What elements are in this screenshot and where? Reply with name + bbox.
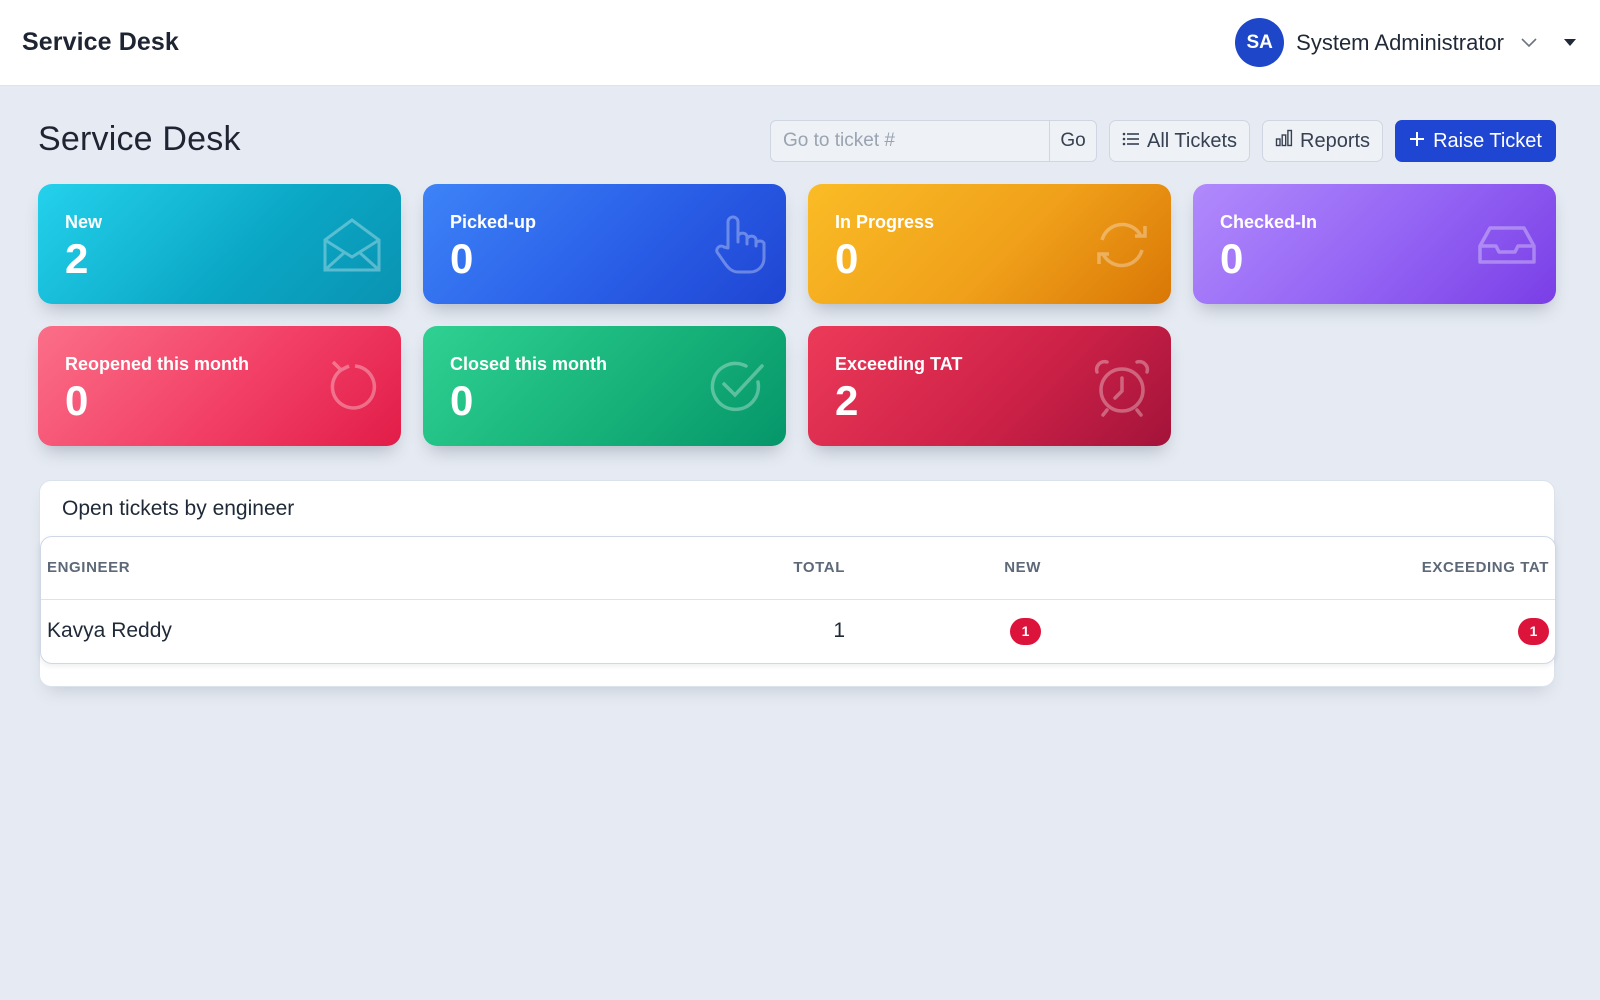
column-header-total: TOTAL (581, 537, 851, 600)
sync-arrows-icon (1091, 214, 1153, 281)
user-menu[interactable]: SA System Administrator (1235, 18, 1578, 67)
table-header-row: ENGINEER TOTAL NEW EXCEEDING TAT (41, 537, 1555, 600)
page-title: Service Desk (38, 120, 241, 158)
engineer-tickets-panel: Open tickets by engineer ENGINEER TOTAL … (39, 480, 1556, 687)
column-header-exceeding-tat: EXCEEDING TAT (1047, 537, 1555, 600)
card-checked-in[interactable]: Checked-In 0 (1193, 184, 1556, 304)
top-navbar: Service Desk SA System Administrator (0, 0, 1600, 86)
column-header-new: NEW (851, 537, 1047, 600)
navbar-brand[interactable]: Service Desk (22, 28, 179, 57)
ticket-search-input[interactable] (770, 120, 1049, 162)
ticket-search-group: Go (770, 120, 1097, 162)
chevron-down-icon[interactable] (1520, 37, 1538, 49)
raise-ticket-label: Raise Ticket (1433, 129, 1542, 152)
rotate-left-icon (321, 356, 383, 423)
bar-chart-icon (1275, 129, 1293, 153)
card-reopened[interactable]: Reopened this month 0 (38, 326, 401, 446)
user-name[interactable]: System Administrator (1296, 30, 1504, 56)
header-actions: Go All Tickets Reports Raise Ticket (770, 120, 1556, 162)
engineer-name[interactable]: Kavya Reddy (41, 599, 581, 663)
reports-button[interactable]: Reports (1262, 120, 1384, 162)
new-count-badge: 1 (1010, 617, 1041, 645)
go-button[interactable]: Go (1049, 120, 1097, 162)
list-icon (1122, 130, 1140, 153)
avatar[interactable]: SA (1235, 18, 1285, 67)
inbox-tray-icon (1476, 214, 1538, 281)
engineer-table: ENGINEER TOTAL NEW EXCEEDING TAT Kavya R… (41, 537, 1555, 663)
check-circle-icon (706, 356, 768, 423)
card-closed[interactable]: Closed this month 0 (423, 326, 786, 446)
card-new[interactable]: New 2 (38, 184, 401, 304)
table-row[interactable]: Kavya Reddy 1 1 1 (41, 599, 1555, 663)
plus-icon (1409, 130, 1425, 153)
total-count: 1 (833, 619, 845, 643)
raise-ticket-button[interactable]: Raise Ticket (1395, 120, 1556, 162)
alarm-clock-icon (1091, 356, 1153, 423)
caret-down-icon[interactable] (1564, 38, 1576, 47)
card-in-progress[interactable]: In Progress 0 (808, 184, 1171, 304)
envelope-open-icon (321, 214, 383, 281)
engineer-table-container: ENGINEER TOTAL NEW EXCEEDING TAT Kavya R… (40, 536, 1556, 664)
column-header-engineer: ENGINEER (41, 537, 581, 600)
exceeding-tat-badge: 1 (1518, 617, 1549, 645)
hand-pointer-icon (712, 214, 768, 281)
all-tickets-label: All Tickets (1147, 129, 1238, 152)
all-tickets-button[interactable]: All Tickets (1109, 120, 1251, 162)
card-exceeding-tat[interactable]: Exceeding TAT 2 (808, 326, 1171, 446)
panel-title: Open tickets by engineer (62, 497, 295, 520)
reports-label: Reports (1300, 129, 1371, 152)
card-picked-up[interactable]: Picked-up 0 (423, 184, 786, 304)
